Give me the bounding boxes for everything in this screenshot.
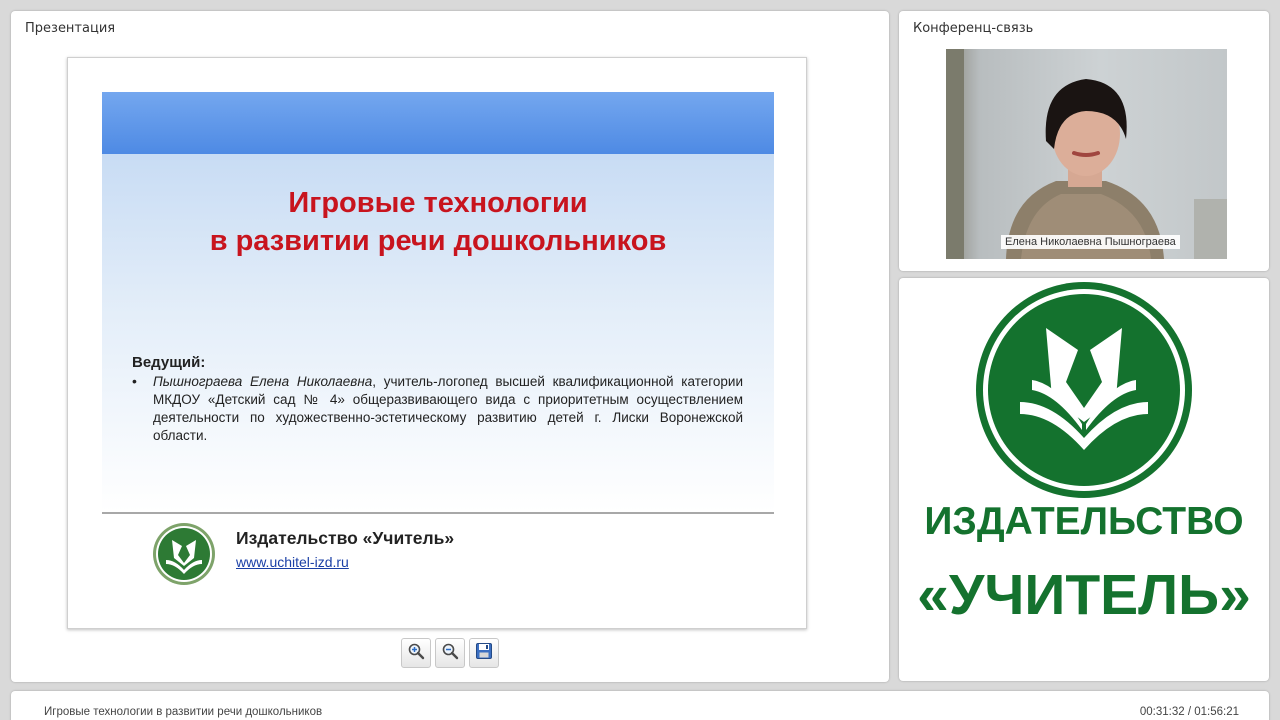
save-button[interactable] [469,638,499,668]
slide-title-line2: в развитии речи дошкольников [209,225,667,257]
speaker-avatar-icon [946,49,1227,259]
footer-title: Игровые технологии в развитии речи дошко… [44,706,323,718]
slide-title-line1: Игровые технологии [288,187,588,219]
zoom-in-icon [407,642,425,664]
branding-name: «УЧИТЕЛЬ» [917,563,1251,627]
speaker-video: Елена Николаевна Пышнограева [946,49,1227,259]
presentation-slide: Игровые технологии в развитии речи дошко… [67,57,807,629]
zoom-out-icon [441,642,459,664]
footer-bar: Игровые технологии в развитии речи дошко… [11,691,1269,720]
slide-header-band [102,92,774,154]
speaker-name-caption: Елена Николаевна Пышнограева [1001,235,1180,249]
conference-panel: Конференц-связь Елена Николаевна Пышногр… [899,11,1269,271]
slide-publisher-logo-icon [152,522,216,590]
branding-panel: ИЗДАТЕЛЬСТВО «УЧИТЕЛЬ» [899,278,1269,681]
slide-toolbar [401,638,499,668]
presentation-panel: Презентация Игровые технологии в развити… [11,11,889,682]
slide-host-label: Ведущий: [132,354,206,371]
playback-time: 00:31:32 / 01:56:21 [1139,706,1239,718]
slide-publisher-link[interactable]: www.uchitel-izd.ru [236,554,349,570]
slide-divider [102,512,774,514]
publisher-logo-icon [974,280,1194,504]
slide-publisher-name: Издательство «Учитель» [236,528,455,548]
zoom-in-button[interactable] [401,638,431,668]
presentation-panel-title: Презентация [25,21,116,36]
zoom-out-button[interactable] [435,638,465,668]
slide-bullet: • [132,373,137,389]
floppy-disk-icon [475,642,493,664]
branding-title: ИЗДАТЕЛЬСТВО [924,500,1244,543]
slide-host-name: Пышнограева Елена Николаевна [153,374,373,389]
slide-title: Игровые технологии в развитии речи дошко… [102,184,774,260]
slide-host-text: Пышнограева Елена Николаевна, учитель-ло… [153,373,743,445]
conference-panel-title: Конференц-связь [913,21,1034,36]
